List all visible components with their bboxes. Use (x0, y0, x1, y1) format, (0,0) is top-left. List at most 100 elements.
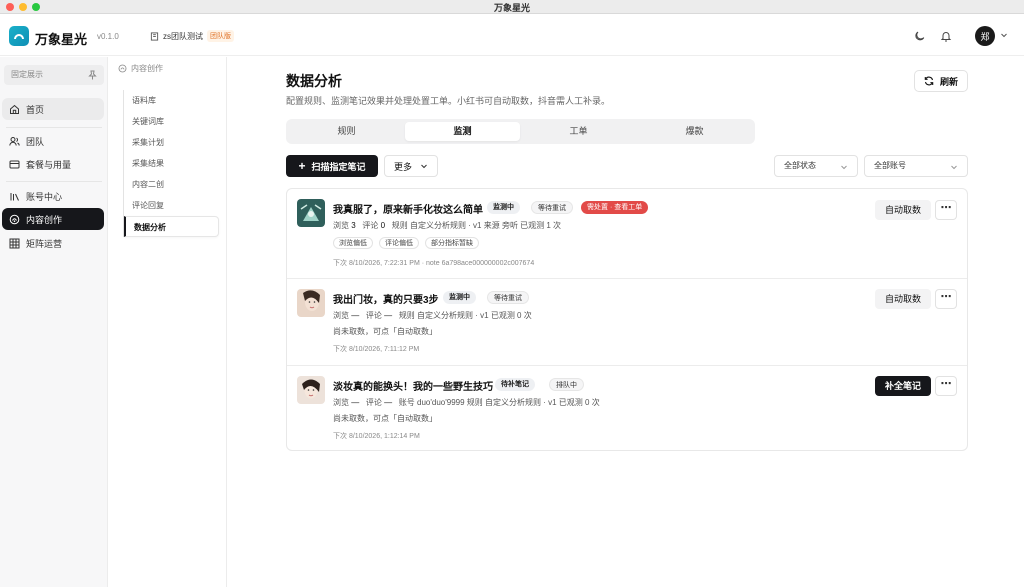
tab-rules[interactable]: 规则 (289, 122, 404, 141)
app-logo-icon (9, 26, 29, 46)
sidebar-item-content-create[interactable]: 内容创作 (2, 208, 104, 230)
home-icon (10, 104, 19, 114)
sidebar-item-package[interactable]: 套餐与用量 (2, 153, 104, 175)
sidebar-item-label: 套餐与用量 (26, 159, 72, 170)
list-item: 我真服了，原来新手化妆这么简单 监测中 等待重试 需处置 · 查看工单 浏览 3… (287, 189, 967, 278)
note-meta: 浏览 — 评论 — 账号 duo'duo'9999 规则 自定义分析规则 · v… (333, 398, 600, 407)
refresh-icon (924, 76, 934, 86)
tab-tickets[interactable]: 工单 (521, 122, 636, 141)
next-run-info: 下次 8/10/2026, 7:22:31 PM · note 6a798ace… (333, 260, 535, 267)
status-badge: 监测中 (487, 201, 520, 214)
team-badge: 团队版 (207, 30, 234, 42)
sidebar: 固定展示 首页 团队 套餐与用量 账号中心 内容创作 矩阵运营 (0, 57, 108, 587)
note-thumbnail (297, 199, 325, 227)
chevron-down-icon (951, 165, 957, 170)
chevron-down-icon (421, 164, 427, 169)
sidebar-item-label: 矩阵运营 (26, 238, 63, 249)
ticket-badge[interactable]: 需处置 · 查看工单 (581, 201, 649, 214)
team-icon (9, 136, 20, 146)
chevron-down-icon[interactable] (1000, 31, 1008, 39)
tab-monitor[interactable]: 监测 (405, 122, 520, 141)
grid-icon (9, 238, 20, 248)
subnav-item-comment-reply[interactable]: 评论回复 (124, 195, 219, 216)
note-meta: 浏览 — 评论 — 规则 自定义分析规则 · v1 已观测 0 次 (333, 311, 532, 320)
status-badge: 排队中 (549, 378, 584, 391)
refresh-label: 刷新 (939, 76, 958, 87)
next-run-info: 下次 8/10/2026, 7:11:12 PM (333, 346, 420, 353)
auto-fetch-button[interactable]: 自动取数 (875, 200, 931, 220)
page-title: 数据分析 (286, 73, 342, 89)
subnav-item-keywords[interactable]: 关键词库 (124, 111, 219, 132)
scan-note-label: 扫描指定笔记 (311, 161, 366, 172)
sidebar-divider (6, 127, 102, 128)
sidebar-item-team[interactable]: 团队 (2, 130, 104, 152)
note-thumbnail (297, 289, 325, 317)
team-switcher[interactable]: zs团队测试 团队版 (142, 26, 242, 46)
moon-icon[interactable] (914, 30, 926, 42)
list-item: 淡妆真的能换头！我的一些野生技巧 待补笔记 排队中 浏览 — 评论 — 账号 d… (287, 366, 967, 450)
complete-note-button[interactable]: 补全笔记 (875, 376, 931, 396)
sidebar-item-matrix[interactable]: 矩阵运营 (2, 232, 104, 254)
package-icon (9, 160, 20, 168)
subnav-item-data-analysis[interactable]: 数据分析 (124, 216, 219, 237)
chevron-down-icon (841, 165, 847, 170)
fetch-hint: 尚未取数，可点「自动取数」 (333, 327, 437, 336)
sidebar-item-label: 内容创作 (26, 214, 63, 225)
account-filter-value: 全部账号 (874, 161, 906, 170)
more-actions-button[interactable]: ⋯ (935, 200, 957, 220)
sidebar-item-account[interactable]: 账号中心 (2, 185, 104, 207)
note-list: 我真服了，原来新手化妆这么简单 监测中 等待重试 需处置 · 查看工单 浏览 3… (286, 188, 968, 451)
subnav-item-collect-result[interactable]: 采集结果 (124, 153, 219, 174)
sidebar-item-label: 账号中心 (26, 191, 63, 202)
status-filter-value: 全部状态 (784, 161, 816, 170)
tab-hits[interactable]: 爆款 (637, 122, 752, 141)
window-titlebar: 万象星光 (0, 0, 1024, 14)
account-filter-select[interactable]: 全部账号 (864, 155, 968, 177)
team-name: zs团队测试 (163, 31, 203, 41)
refresh-button[interactable]: 刷新 (914, 70, 968, 92)
building-icon (150, 31, 159, 41)
account-icon (10, 192, 19, 201)
create-icon (118, 64, 127, 73)
plus-icon: + (298, 159, 306, 173)
sidebar-item-label: 首页 (26, 104, 45, 115)
tab-bar: 规则 监测 工单 爆款 (286, 119, 755, 144)
sub-sidebar: 内容创作 语料库 关键词库 采集计划 采集结果 内容二创 评论回复 数据分析 (109, 57, 227, 587)
fetch-hint: 尚未取数，可点「自动取数」 (333, 414, 437, 423)
app-version: v0.1.0 (97, 32, 119, 41)
sub-sidebar-heading-label: 内容创作 (131, 64, 163, 73)
status-badge: 等待重试 (531, 201, 573, 214)
more-label: 更多 (393, 161, 412, 172)
subnav-item-corpus[interactable]: 语料库 (124, 90, 219, 111)
note-title[interactable]: 我真服了，原来新手化妆这么简单 (333, 201, 483, 216)
window-title: 万象星光 (493, 3, 530, 13)
pin-label: 固定展示 (11, 70, 43, 79)
note-title[interactable]: 我出门妆，真的只要3步 (333, 291, 439, 306)
more-button[interactable]: 更多 (384, 155, 438, 177)
subnav-item-remix[interactable]: 内容二创 (124, 174, 219, 195)
sidebar-item-home[interactable]: 首页 (2, 98, 104, 120)
next-run-info: 下次 8/10/2026, 1:12:14 PM (333, 433, 420, 440)
bell-icon[interactable] (940, 30, 952, 42)
auto-fetch-button[interactable]: 自动取数 (875, 289, 931, 309)
pin-toggle[interactable]: 固定展示 (4, 65, 104, 85)
status-badge: 待补笔记 (495, 378, 535, 391)
insight-chip: 部分指标暂缺 (425, 237, 479, 249)
sub-sidebar-heading: 内容创作 (118, 63, 163, 74)
more-actions-button[interactable]: ⋯ (935, 376, 957, 396)
sidebar-divider (6, 181, 102, 182)
scan-note-button[interactable]: + 扫描指定笔记 (286, 155, 378, 177)
note-thumbnail (297, 376, 325, 404)
sub-sidebar-nav: 语料库 关键词库 采集计划 采集结果 内容二创 评论回复 数据分析 (123, 90, 219, 237)
note-title[interactable]: 淡妆真的能换头！我的一些野生技巧 (333, 378, 493, 393)
more-actions-button[interactable]: ⋯ (935, 289, 957, 309)
status-filter-select[interactable]: 全部状态 (774, 155, 858, 177)
user-avatar[interactable]: 郑 (975, 26, 995, 46)
sidebar-item-label: 团队 (26, 136, 45, 147)
subnav-item-collect-plan[interactable]: 采集计划 (124, 132, 219, 153)
list-item: 我出门妆，真的只要3步 监测中 等待重试 浏览 — 评论 — 规则 自定义分析规… (287, 279, 967, 365)
main-content: 数据分析 配置规则、监测笔记效果并处理处置工单。小红书可自动取数，抖音需人工补录… (228, 57, 1024, 587)
status-badge: 等待重试 (487, 291, 529, 304)
app-header: 万象星光 v0.1.0 zs团队测试 团队版 郑 (0, 14, 1024, 56)
insight-chip: 评论偏低 (379, 237, 419, 249)
